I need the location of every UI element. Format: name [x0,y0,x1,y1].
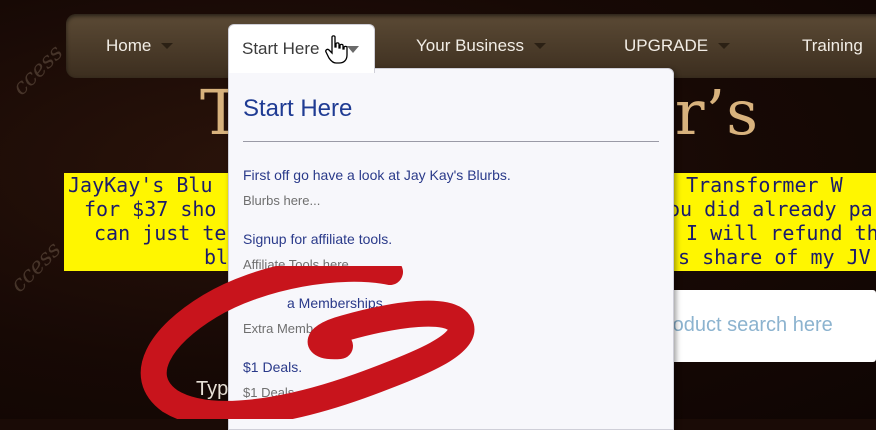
chevron-down-icon [161,43,174,49]
start-here-dropdown-menu: Start Here First off go have a look at J… [228,68,674,430]
menu-link-1-dollar-deals[interactable]: $1 Deals. [243,359,302,375]
chevron-down-icon [718,43,731,49]
menu-link-description: Affiliate Tools here... [243,257,360,272]
banner-line: s share of my JV [678,245,871,269]
nav-item-label: Start Here [242,39,320,58]
banner-line: ou did already pa [668,197,873,221]
banner-line: I will refund the [686,221,876,245]
chevron-down-icon [534,43,547,49]
dropdown-heading: Start Here [243,95,353,122]
nav-item-your-business[interactable]: Your Business [416,36,547,56]
menu-link-description: Extra Memb [243,321,314,336]
menu-link-affiliate-tools[interactable]: Signup for affiliate tools. [243,231,392,247]
menu-link-memberships[interactable]: a Memberships. [287,295,387,311]
menu-link-description: Blurbs here... [243,193,321,208]
divider [243,141,659,142]
nav-item-start-here[interactable]: Start Here [228,24,375,73]
menu-link-blurbs[interactable]: First off go have a look at Jay Kay's Bl… [243,167,511,183]
banner-line: JayKay's Blu [68,173,213,197]
nav-item-label: Training [802,36,863,55]
banner-line: can just tel [94,221,239,245]
product-search-input[interactable]: roduct search here [640,290,876,362]
nav-item-label: Your Business [416,36,525,55]
nav-item-upgrade[interactable]: UPGRADE [624,36,731,56]
menu-link-description: $1 Deals... [243,385,306,400]
nav-item-home[interactable]: Home [106,36,174,56]
partial-text: Typ [196,378,229,400]
nav-item-label: Home [106,36,152,55]
banner-line: for $37 sho [84,197,217,221]
search-placeholder: roduct search here [666,314,833,336]
hand-cursor-icon [325,35,348,64]
nav-item-label: UPGRADE [624,36,709,55]
nav-item-training[interactable]: Training [802,36,863,56]
banner-line: P Transformer W [662,173,843,197]
banner-line: bl [204,245,229,269]
